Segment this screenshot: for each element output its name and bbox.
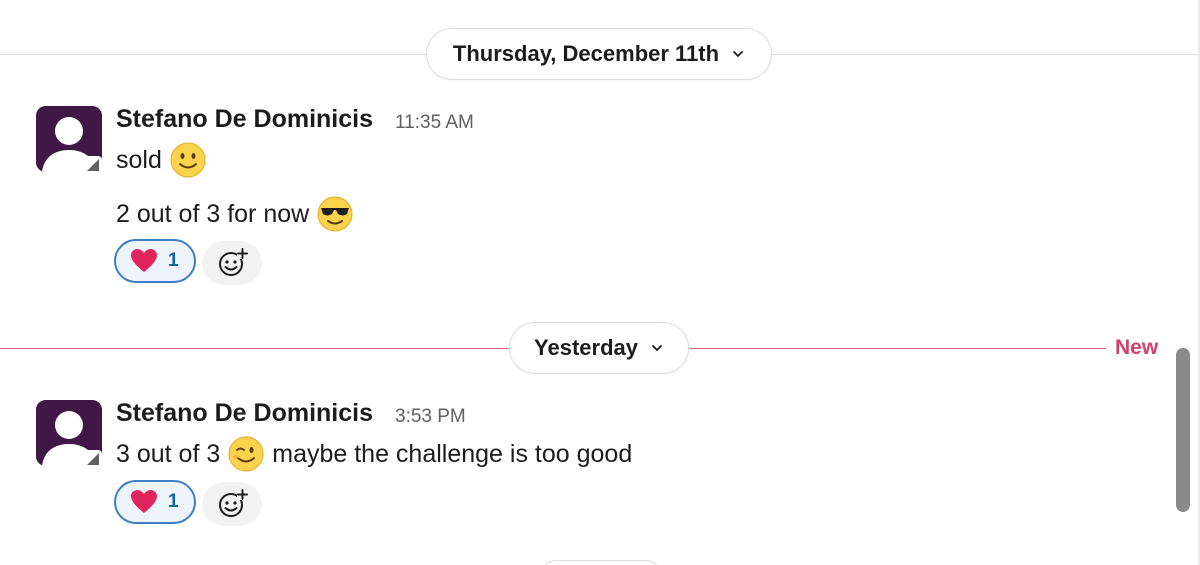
day-divider-button-partial[interactable] bbox=[540, 560, 662, 565]
slightly-smiling-face-icon bbox=[170, 142, 206, 178]
message-pane: Thursday, December 11th Stefano De Domin… bbox=[0, 0, 1200, 565]
day-divider-label: Yesterday bbox=[534, 335, 638, 360]
add-reaction-button[interactable] bbox=[202, 241, 262, 285]
message-text: sold bbox=[116, 142, 214, 178]
away-status-icon bbox=[84, 156, 102, 174]
chevron-down-icon bbox=[733, 51, 743, 57]
smiling-face-with-sunglasses-icon bbox=[317, 196, 353, 232]
red-heart-icon bbox=[131, 490, 157, 513]
away-status-icon bbox=[84, 450, 102, 468]
message-timestamp[interactable]: 3:53 PM bbox=[395, 406, 466, 428]
reaction-count: 1 bbox=[168, 491, 179, 512]
message-timestamp[interactable]: 11:35 AM bbox=[395, 112, 474, 134]
day-divider-label: Thursday, December 11th bbox=[452, 41, 720, 66]
day-divider-button[interactable]: Thursday, December 11th bbox=[426, 28, 772, 80]
message-text: 3 out of 3 maybe the challenge is too go… bbox=[116, 436, 632, 472]
reaction-heart[interactable]: 1 bbox=[114, 239, 196, 283]
add-emoji-icon bbox=[219, 248, 248, 276]
new-messages-label: New bbox=[1115, 336, 1159, 359]
message-sender[interactable]: Stefano De Dominicis bbox=[116, 399, 373, 428]
reaction-heart[interactable]: 1 bbox=[114, 480, 196, 524]
message-sender[interactable]: Stefano De Dominicis bbox=[116, 105, 373, 134]
scrollbar-thumb[interactable] bbox=[1176, 348, 1190, 512]
message-text: 2 out of 3 for now bbox=[116, 196, 361, 232]
add-reaction-button[interactable] bbox=[202, 482, 262, 526]
day-divider-button[interactable]: Yesterday bbox=[509, 322, 689, 374]
add-emoji-icon bbox=[219, 489, 248, 517]
winking-face-icon bbox=[228, 436, 264, 472]
red-heart-icon bbox=[131, 249, 157, 272]
chevron-down-icon bbox=[652, 345, 662, 351]
reaction-count: 1 bbox=[168, 250, 179, 271]
